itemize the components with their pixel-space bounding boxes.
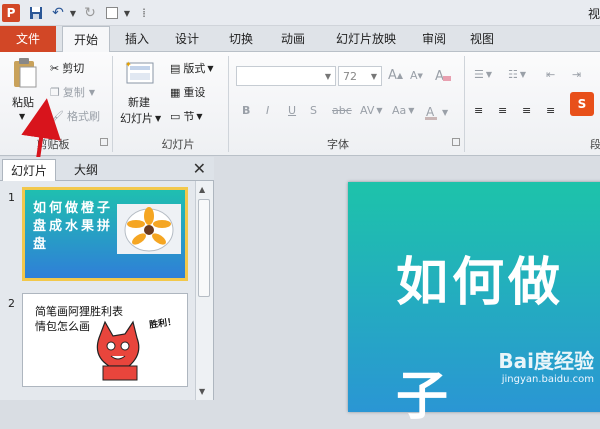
panel-scrollbar[interactable]: ▲ ▼ [195, 181, 213, 400]
close-icon[interactable]: ✕ [193, 159, 206, 178]
tab-outline-panel[interactable]: 大纲 [60, 159, 112, 181]
baidu-watermark: Bai度经验 jingyan.baidu.com [498, 345, 594, 385]
orange-platter-image [117, 204, 181, 254]
slide-thumbnail[interactable]: 如何做橙子盘成水果拼盘 [22, 187, 188, 281]
scroll-thumb[interactable] [198, 199, 210, 297]
tab-slides-panel[interactable]: 幻灯片 [2, 159, 56, 181]
scroll-up-icon[interactable]: ▲ [199, 185, 205, 194]
watermark-url: jingyan.baidu.com [501, 374, 594, 385]
slide-number: 1 [8, 191, 15, 204]
slide-title-text-line2[interactable]: 子 [396, 354, 452, 429]
slide-title-text[interactable]: 如何做 [396, 240, 564, 315]
slide-number: 2 [8, 297, 15, 310]
victory-bubble-text: 胜利！ [148, 317, 177, 331]
watermark-logo: Bai度经验 [498, 349, 594, 373]
slide-thumb-title: 如何做橙子盘成水果拼盘 [33, 201, 114, 252]
panel-tabs: 幻灯片 大纲 ✕ [0, 157, 214, 181]
scroll-down-icon[interactable]: ▼ [199, 387, 205, 396]
slide-thumbnail[interactable]: 简笔画阿狸胜利表情包怎么画 胜利！ [22, 293, 188, 387]
slides-panel: 幻灯片 大纲 ✕ 1 如何做橙子盘成水果拼盘 2 简笔画阿狸胜利表情包怎么画 胜… [0, 157, 214, 400]
